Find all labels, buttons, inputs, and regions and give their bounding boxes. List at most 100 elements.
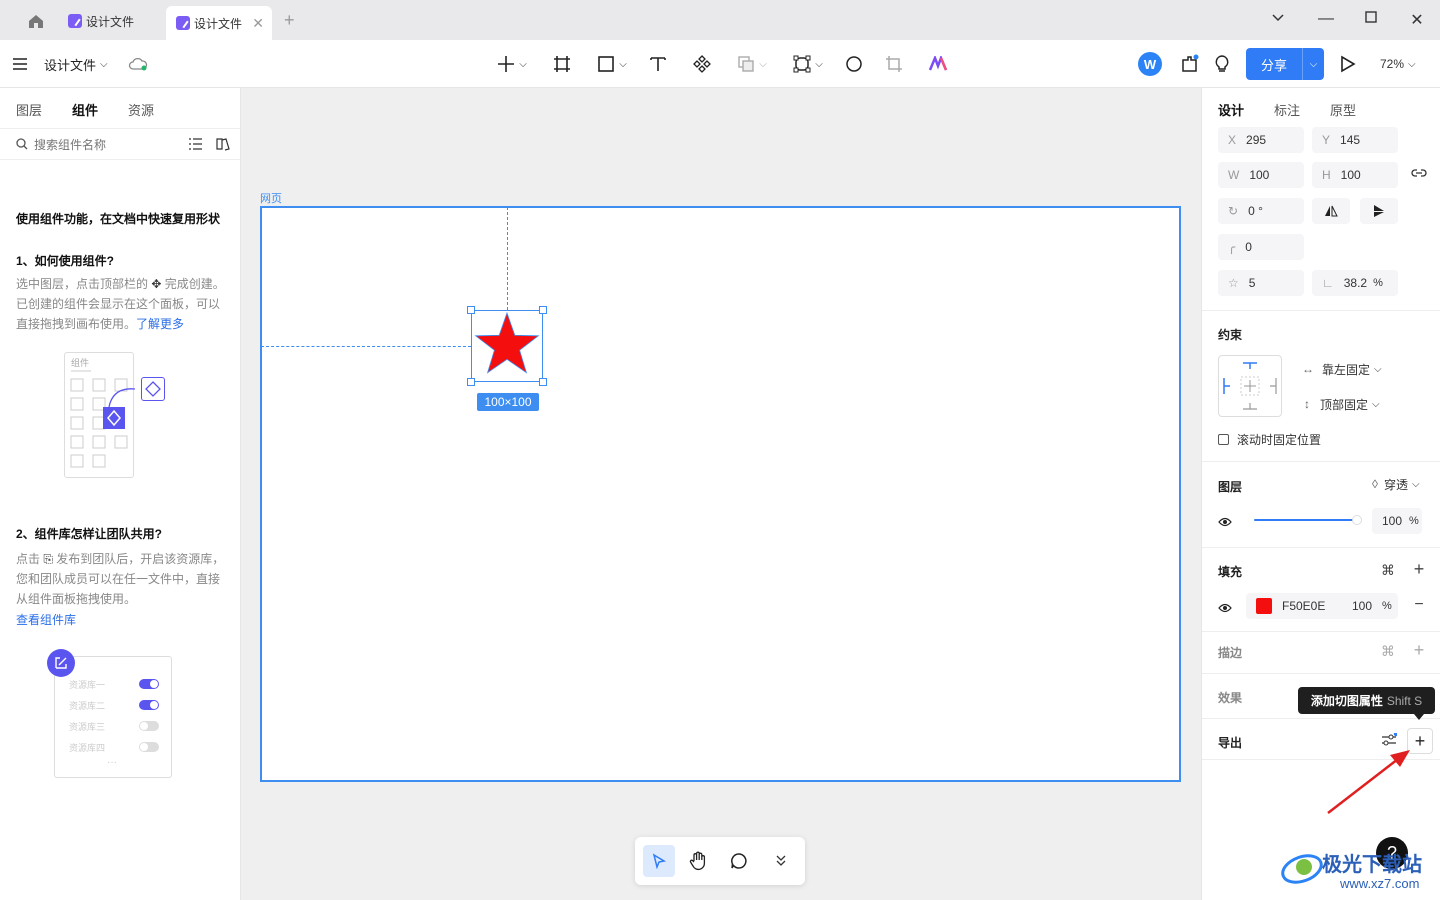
frame-tool[interactable]	[552, 52, 572, 76]
list-view-icon[interactable]	[189, 138, 202, 153]
effect-title: 效果	[1218, 691, 1243, 705]
add-fill-icon[interactable]: +	[1410, 559, 1428, 580]
rotation-field[interactable]: ↻ 0 °	[1218, 198, 1304, 224]
tab-file-2[interactable]: 设计文件 ✕	[166, 6, 272, 40]
design-file-icon	[68, 14, 82, 28]
rotate-icon: ↻	[1228, 204, 1239, 218]
tab-prototype[interactable]: 原型	[1330, 100, 1356, 119]
watermark-text: 极光下载站	[1322, 854, 1422, 876]
chevron-down-icon: ⌵	[619, 58, 627, 70]
view-library-link[interactable]: 查看组件库	[16, 610, 228, 630]
learn-more-link[interactable]: 了解更多	[136, 317, 184, 331]
tab-assets[interactable]: 资源	[128, 100, 154, 119]
toggle-off	[139, 742, 159, 752]
chevron-down-icon[interactable]	[1268, 10, 1288, 29]
boolean-tool[interactable]: ⌵	[732, 52, 772, 76]
vector-tool[interactable]: ⌵	[788, 52, 828, 76]
zoom-dropdown[interactable]: 72% ⌵	[1380, 52, 1416, 76]
y-field[interactable]: Y 145	[1312, 127, 1398, 153]
star-polygon	[474, 311, 540, 374]
home-icon[interactable]	[27, 13, 45, 29]
w-field[interactable]: W 100	[1218, 162, 1304, 188]
flip-horizontal-button[interactable]	[1312, 198, 1350, 224]
remove-fill-icon[interactable]: −	[1410, 596, 1428, 614]
hand-tool-icon[interactable]	[689, 851, 707, 874]
frame-label[interactable]: 网页	[260, 190, 282, 206]
x-field[interactable]: X 295	[1218, 127, 1304, 153]
cloud-sync-icon[interactable]	[128, 52, 148, 76]
minimize-button[interactable]: —	[1316, 10, 1336, 28]
star-points-field[interactable]: ☆ 5	[1218, 270, 1304, 296]
ai-plugin-icon[interactable]	[928, 52, 948, 76]
library-row: 资源库二	[69, 698, 159, 712]
section1-text: 选中图层，点击顶部栏的 ✥ 完成创建。已创建的组件会显示在这个面板，可以直接拖拽…	[16, 277, 225, 331]
library-icon: ⎘	[40, 552, 57, 566]
star-shape[interactable]	[471, 310, 543, 382]
link-ratio-icon[interactable]	[1410, 166, 1428, 182]
plugins-icon[interactable]	[1180, 52, 1200, 76]
flip-vertical-button[interactable]	[1360, 198, 1398, 224]
tab-components[interactable]: 组件	[72, 100, 98, 119]
component-tool-icon[interactable]	[692, 52, 712, 76]
share-button[interactable]: 分享 ⌵	[1246, 48, 1324, 80]
chevron-down-icon: ⌵	[1372, 398, 1380, 410]
resize-handle[interactable]	[467, 306, 475, 314]
share-dropdown-icon[interactable]: ⌵	[1302, 48, 1324, 80]
toggle-off	[139, 721, 159, 731]
vertical-constraint-dropdown[interactable]: ↕ 顶部固定 ⌵	[1296, 391, 1388, 417]
style-icon[interactable]: ⌘	[1379, 643, 1397, 660]
constraint-widget[interactable]	[1218, 355, 1282, 417]
resize-handle[interactable]	[539, 378, 547, 386]
lightbulb-icon[interactable]	[1212, 52, 1232, 76]
eye-icon[interactable]	[1216, 600, 1234, 616]
fill-color-field[interactable]: F50E0E 100%	[1246, 593, 1398, 619]
menu-icon[interactable]	[12, 52, 28, 76]
tab-annotate[interactable]: 标注	[1274, 100, 1300, 119]
opacity-slider-thumb[interactable]	[1352, 515, 1362, 525]
library-icon[interactable]	[216, 137, 230, 154]
search-input[interactable]	[34, 135, 174, 155]
library-illustration: 资源库一 资源库二 资源库三 资源库四 ···	[54, 656, 172, 778]
play-icon[interactable]	[1340, 52, 1356, 76]
style-icon[interactable]: ⌘	[1379, 562, 1397, 579]
crop-tool[interactable]	[884, 52, 904, 76]
add-stroke-icon[interactable]: +	[1410, 640, 1428, 661]
tab-layers[interactable]: 图层	[16, 100, 42, 119]
blend-mode-dropdown[interactable]: ◊ 穿透 ⌵	[1372, 471, 1432, 497]
tab-design[interactable]: 设计	[1218, 100, 1244, 119]
section1-title: 1、如何使用组件?	[16, 254, 115, 268]
avatar[interactable]: W	[1138, 52, 1162, 76]
opacity-slider[interactable]	[1254, 515, 1362, 525]
more-tools-icon[interactable]	[775, 853, 787, 870]
horizontal-constraint-dropdown[interactable]: ↔ 靠左固定 ⌵	[1296, 356, 1388, 382]
watermark-logo	[1280, 845, 1324, 891]
text-tool[interactable]	[648, 52, 668, 76]
resize-handle[interactable]	[539, 306, 547, 314]
resize-handle[interactable]	[467, 378, 475, 386]
divider	[1202, 718, 1440, 719]
components-illustration: 组件	[64, 352, 135, 478]
rectangle-tool[interactable]: ⌵	[592, 52, 632, 76]
fixed-scroll-checkbox[interactable]	[1218, 434, 1229, 445]
mask-tool[interactable]	[844, 52, 864, 76]
h-field[interactable]: H 100	[1312, 162, 1398, 188]
close-tab-icon[interactable]: ✕	[252, 15, 264, 32]
library-row: 资源库三	[69, 719, 159, 733]
main-toolbar: 设计文件 ⌵ ⌵ ⌵ ⌵ ⌵ W 分享 ⌵ 72% ⌵	[0, 40, 1440, 88]
comment-tool-icon[interactable]	[730, 852, 748, 873]
maximize-button[interactable]	[1361, 10, 1381, 28]
corner-radius-field[interactable]: ╭ 0	[1218, 234, 1304, 260]
inner-ratio-field[interactable]: ∟ 38.2%	[1312, 270, 1398, 296]
close-window-button[interactable]: ✕	[1407, 10, 1427, 30]
opacity-field[interactable]: 100%	[1372, 508, 1422, 534]
tab-file-1[interactable]: 设计文件	[58, 6, 144, 36]
new-tab-button[interactable]: +	[284, 10, 295, 31]
page-frame[interactable]	[260, 206, 1181, 782]
add-tool[interactable]: ⌵	[492, 52, 532, 76]
toggle-on	[139, 700, 159, 710]
file-name-dropdown[interactable]: 设计文件 ⌵	[44, 52, 108, 76]
select-tool[interactable]	[643, 845, 675, 877]
fill-swatch[interactable]	[1256, 598, 1272, 614]
eye-icon[interactable]	[1216, 514, 1234, 530]
chevron-down-icon: ⌵	[519, 58, 527, 70]
